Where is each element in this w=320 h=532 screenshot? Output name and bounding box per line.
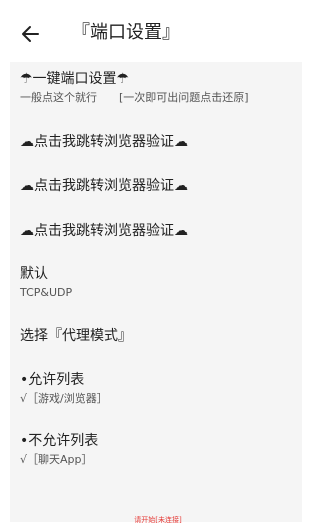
allow-list-setting[interactable]: •允许列表 √［游戏/浏览器］	[20, 371, 108, 406]
default-mode-title: 默认	[20, 266, 48, 282]
browser-verify-item-3[interactable]: ☁点击我跳转浏览器验证☁	[20, 222, 188, 240]
back-button[interactable]	[20, 23, 42, 45]
one-click-port-title: ☂一键端口设置☂	[20, 71, 130, 87]
one-click-port-setting[interactable]: ☂一键端口设置☂ 一般点这个就行 [一次即可出问题点击还原]	[20, 70, 249, 105]
browser-verify-item-1[interactable]: ☁点击我跳转浏览器验证☁	[20, 133, 188, 151]
allow-list-value: √［游戏/浏览器］	[20, 392, 108, 405]
browser-verify-label-3: ☁点击我跳转浏览器验证☁	[20, 223, 188, 239]
deny-list-value: √［聊天App］	[20, 453, 93, 466]
browser-verify-item-2[interactable]: ☁点击我跳转浏览器验证☁	[20, 177, 188, 195]
default-mode-value: TCP&UDP	[20, 286, 73, 299]
one-click-port-hint: 一般点这个就行	[20, 91, 97, 104]
allow-list-title: •允许列表	[20, 372, 85, 388]
deny-list-setting[interactable]: •不允许列表 √［聊天App］	[20, 432, 98, 467]
back-arrow-icon	[22, 26, 39, 42]
page-title: 『端口设置』	[72, 22, 180, 43]
proxy-mode-setting[interactable]: 选择『代理模式』	[20, 327, 132, 345]
proxy-mode-title: 选择『代理模式』	[20, 328, 132, 344]
port-settings-screen: 『端口设置』 ☂一键端口设置☂ 一般点这个就行 [一次即可出问题点击还原] ☁点…	[0, 0, 316, 532]
browser-verify-label-1: ☁点击我跳转浏览器验证☁	[20, 134, 188, 150]
browser-verify-label-2: ☁点击我跳转浏览器验证☁	[20, 178, 188, 194]
connection-status: 请开始[未连接]	[134, 516, 182, 524]
one-click-port-subtitle: 一般点这个就行 [一次即可出问题点击还原]	[20, 91, 249, 105]
app-header: 『端口设置』	[0, 0, 316, 68]
default-mode-setting[interactable]: 默认 TCP&UDP	[20, 265, 72, 300]
one-click-port-note: [一次即可出问题点击还原]	[119, 91, 249, 104]
deny-list-title: •不允许列表	[20, 433, 99, 449]
